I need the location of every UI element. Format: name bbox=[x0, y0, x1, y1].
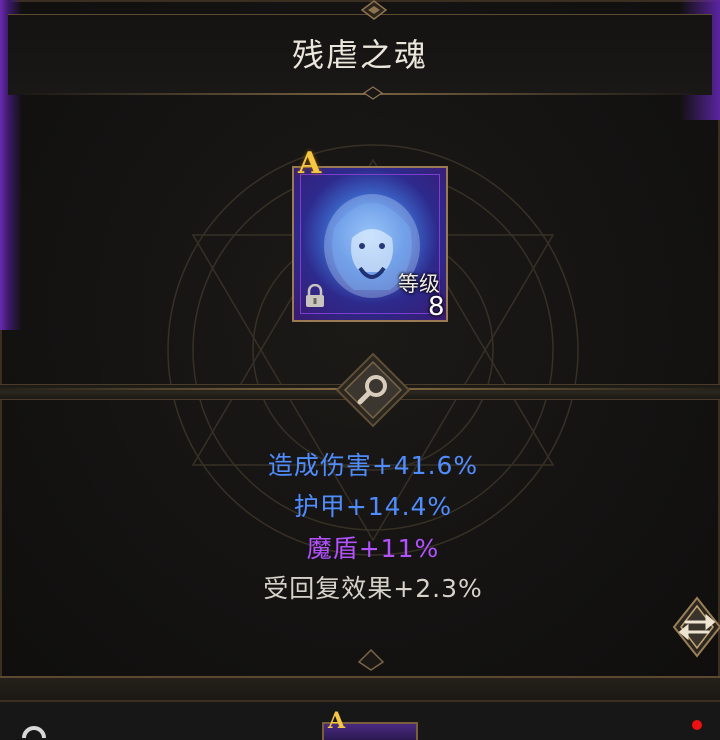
bottom-frame bbox=[0, 676, 720, 702]
notification-dot bbox=[692, 720, 702, 730]
divider-ornament bbox=[362, 86, 384, 100]
swap-button[interactable] bbox=[666, 596, 720, 658]
stat-armor: 护甲+14.4% bbox=[293, 492, 453, 521]
page-title: 残虐之魂 bbox=[291, 36, 428, 74]
lock-icon bbox=[306, 284, 324, 307]
grade-badge: A bbox=[298, 146, 322, 181]
strip-item-grade: A bbox=[328, 708, 346, 734]
header-top-ornament bbox=[360, 0, 388, 20]
stat-damage: 造成伤害+41.6% bbox=[267, 451, 479, 480]
stat-magic-shield: 魔盾+11% bbox=[306, 534, 440, 563]
stat-healing-received: 受回复效果+2.3% bbox=[263, 574, 483, 603]
bottom-ornament bbox=[357, 648, 385, 671]
search-icon[interactable] bbox=[14, 722, 50, 738]
magnifier-button[interactable] bbox=[335, 352, 411, 428]
header-divider bbox=[20, 93, 700, 95]
level-value: 8 bbox=[428, 292, 445, 322]
